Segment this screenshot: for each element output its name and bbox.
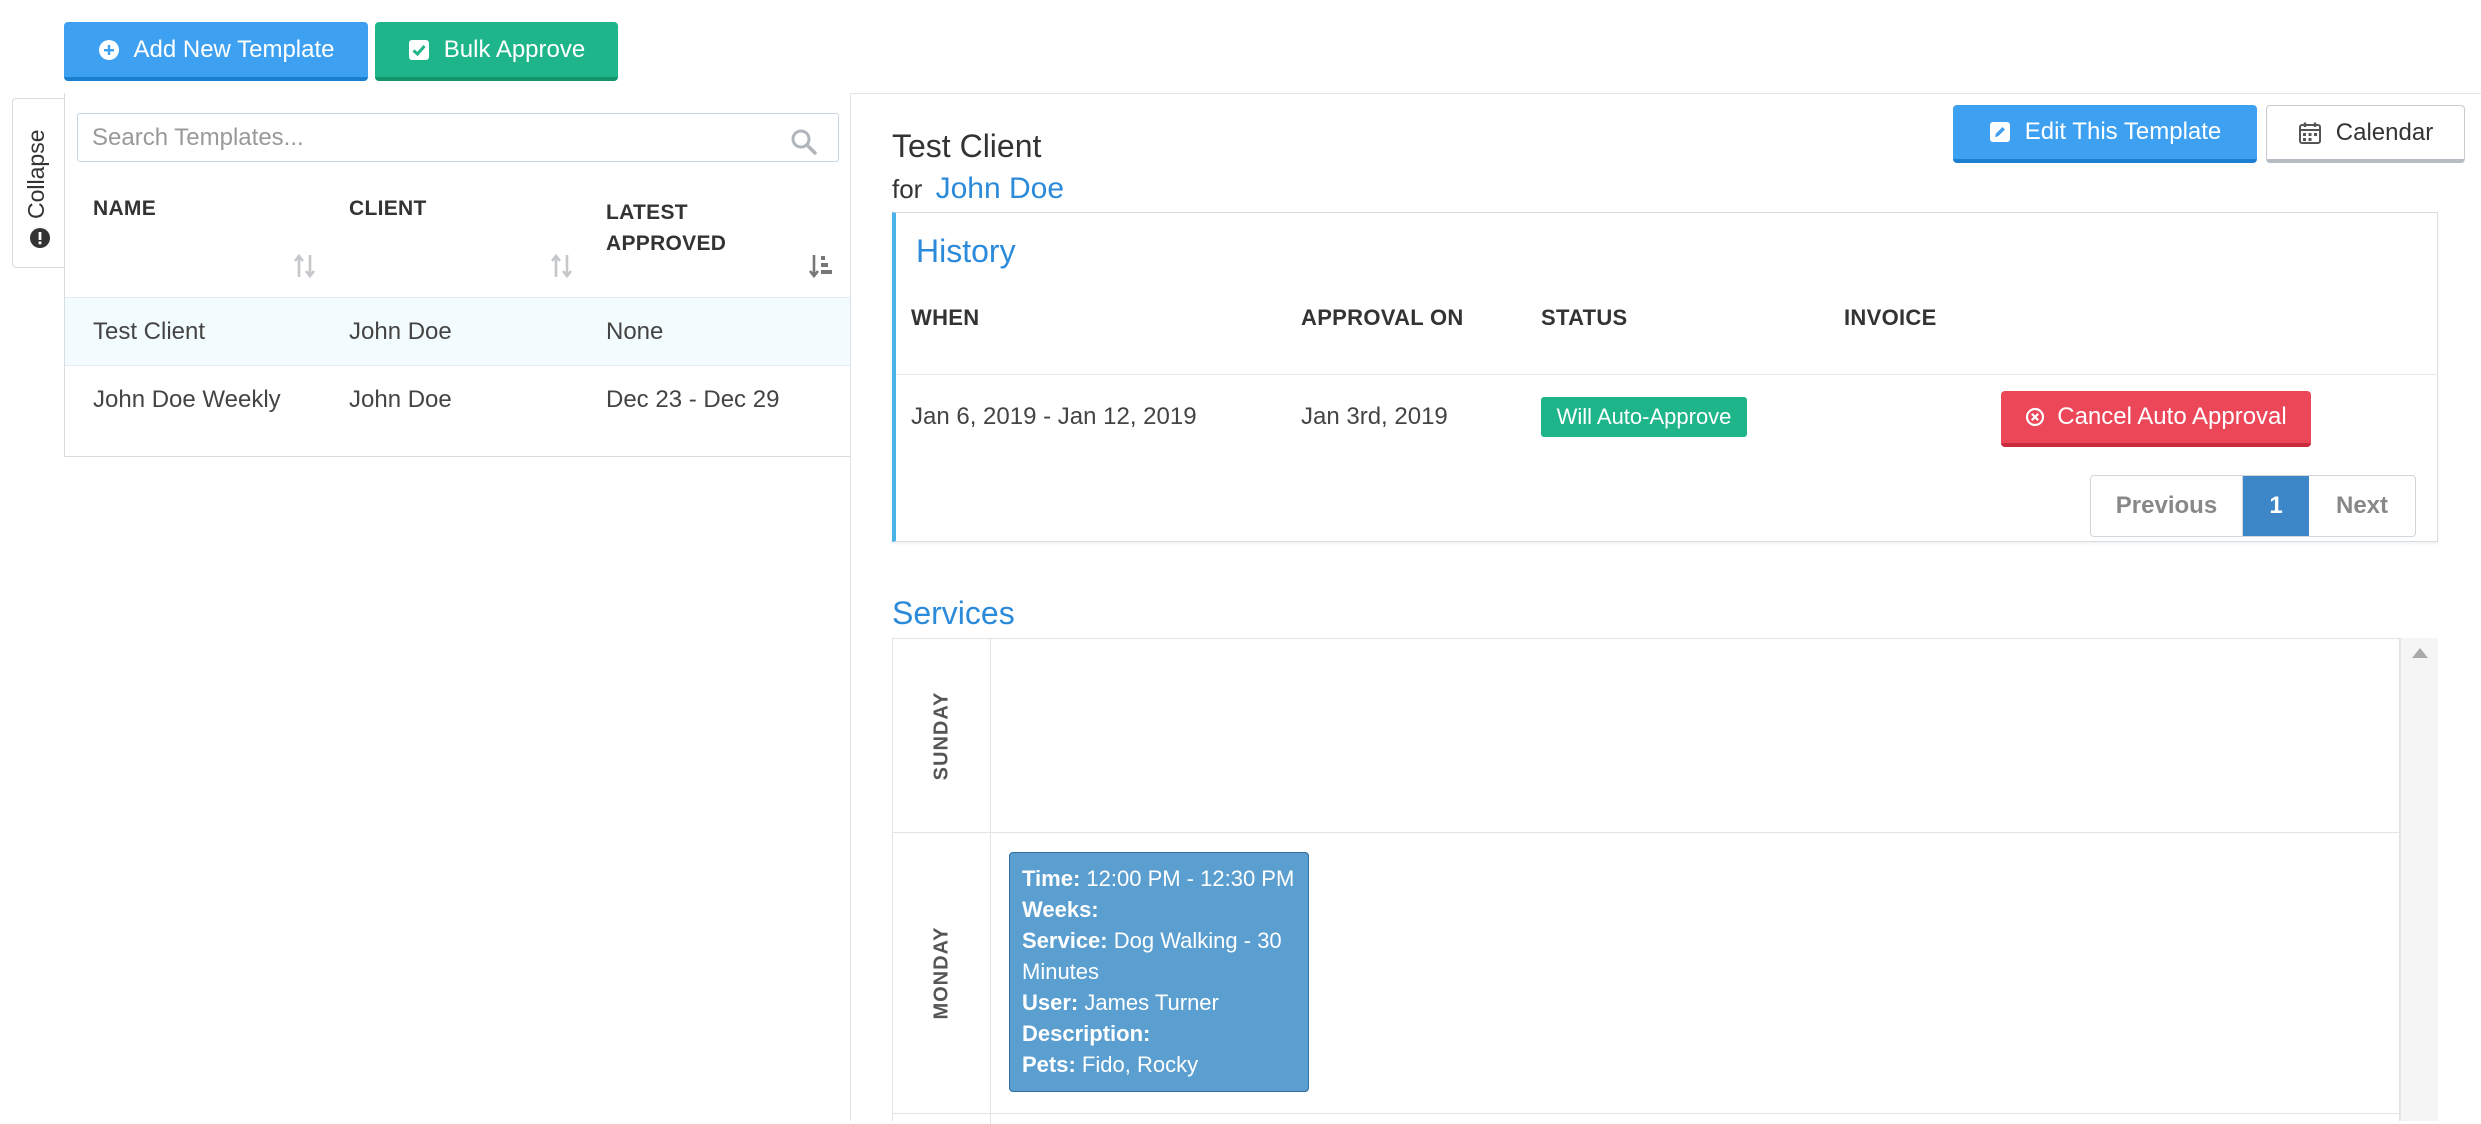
edit-template-label: Edit This Template xyxy=(2024,118,2222,145)
edit-template-button[interactable]: Edit This Template xyxy=(1953,105,2257,163)
event-service: Service: Dog Walking - 30 xyxy=(1022,928,1282,953)
scroll-up-icon[interactable] xyxy=(2412,648,2428,658)
history-title: History xyxy=(916,233,1016,269)
row-client: John Doe xyxy=(349,318,452,345)
sort-icon[interactable] xyxy=(293,253,317,284)
add-new-template-button[interactable]: Add New Template xyxy=(64,22,368,81)
calendar-icon xyxy=(2298,121,2322,145)
column-header-name[interactable]: NAME xyxy=(93,197,156,221)
row-name: John Doe Weekly xyxy=(93,386,281,413)
panel-divider xyxy=(850,93,851,1121)
event-user: User: James Turner xyxy=(1022,990,1219,1015)
event-weeks: Weeks: xyxy=(1022,897,1099,922)
times-circle-icon xyxy=(2025,407,2045,427)
for-prefix: for xyxy=(892,174,923,204)
event-service-cont: Minutes xyxy=(1022,959,1100,984)
header-line-1: LATEST xyxy=(606,201,688,224)
column-header-client[interactable]: CLIENT xyxy=(349,197,427,221)
edit-icon xyxy=(1989,121,2011,143)
header-line-2: APPROVED xyxy=(606,232,727,255)
day-cell-monday: MONDAY xyxy=(893,833,991,1113)
services-scrollbar[interactable] xyxy=(2400,638,2438,1121)
bulk-approve-label: Bulk Approve xyxy=(443,35,586,63)
service-event-card[interactable]: Time: 12:00 PM - 12:30 PM Weeks: Service… xyxy=(1009,852,1309,1092)
row-latest: None xyxy=(606,318,664,345)
add-new-template-label: Add New Template xyxy=(133,35,335,63)
day-divider xyxy=(893,1113,2401,1114)
info-circle-icon xyxy=(29,227,51,254)
search-icon[interactable] xyxy=(790,125,818,172)
row-client: John Doe xyxy=(349,386,452,413)
cancel-auto-approval-button[interactable]: Cancel Auto Approval xyxy=(2001,391,2311,447)
row-divider xyxy=(896,374,2438,375)
pagination-next[interactable]: Next xyxy=(2309,476,2415,536)
table-row[interactable]: Test Client John Doe None xyxy=(65,297,851,365)
history-when: Jan 6, 2019 - Jan 12, 2019 xyxy=(911,403,1197,430)
search-placeholder: Search Templates... xyxy=(92,124,304,151)
day-divider xyxy=(893,832,2401,833)
day-label-sunday: SUNDAY xyxy=(930,691,952,780)
history-panel: History WHEN APPROVAL ON STATUS INVOICE … xyxy=(892,212,2438,542)
search-input[interactable]: Search Templates... xyxy=(77,113,839,162)
column-header-latest-approved[interactable]: LATEST APPROVED xyxy=(606,197,726,259)
sort-amount-icon[interactable] xyxy=(808,253,834,284)
table-row[interactable]: John Doe Weekly John Doe Dec 23 - Dec 29 xyxy=(65,365,851,433)
calendar-label: Calendar xyxy=(2335,118,2434,146)
event-time: Time: 12:00 PM - 12:30 PM xyxy=(1022,866,1295,891)
column-header-invoice: INVOICE xyxy=(1844,305,1937,330)
day-cell-next xyxy=(893,1114,991,1124)
pagination-previous[interactable]: Previous xyxy=(2091,476,2243,536)
event-description: Description: xyxy=(1022,1021,1151,1046)
client-line: for John Doe xyxy=(892,172,1064,206)
templates-panel: Search Templates... NAME CLIENT LATEST A… xyxy=(64,93,851,457)
collapse-label: Collapse xyxy=(23,129,49,220)
template-title: Test Client xyxy=(892,128,1042,164)
panel-top-border xyxy=(850,93,2481,94)
event-pets: Pets: Fido, Rocky xyxy=(1022,1052,1199,1077)
column-header-approval-on: APPROVAL ON xyxy=(1301,305,1464,330)
history-approval-on: Jan 3rd, 2019 xyxy=(1301,403,1448,430)
row-name: Test Client xyxy=(93,318,206,345)
services-title: Services xyxy=(892,595,1015,631)
plus-circle-icon xyxy=(98,39,120,61)
row-latest: Dec 23 - Dec 29 xyxy=(606,386,780,413)
day-label-monday: MONDAY xyxy=(930,926,952,1020)
client-link[interactable]: John Doe xyxy=(936,172,1064,205)
collapse-tab[interactable]: Collapse xyxy=(12,98,65,268)
check-square-icon xyxy=(408,39,430,61)
column-header-status: STATUS xyxy=(1541,305,1628,330)
status-badge: Will Auto-Approve xyxy=(1541,397,1747,437)
sort-icon[interactable] xyxy=(550,253,574,284)
pagination: Previous 1 Next xyxy=(2090,475,2416,537)
day-cell-sunday: SUNDAY xyxy=(893,639,991,832)
column-header-when: WHEN xyxy=(911,305,980,330)
calendar-button[interactable]: Calendar xyxy=(2266,105,2465,163)
bulk-approve-button[interactable]: Bulk Approve xyxy=(375,22,618,81)
cancel-auto-approval-label: Cancel Auto Approval xyxy=(2057,403,2287,430)
pagination-page-1[interactable]: 1 xyxy=(2243,476,2309,536)
